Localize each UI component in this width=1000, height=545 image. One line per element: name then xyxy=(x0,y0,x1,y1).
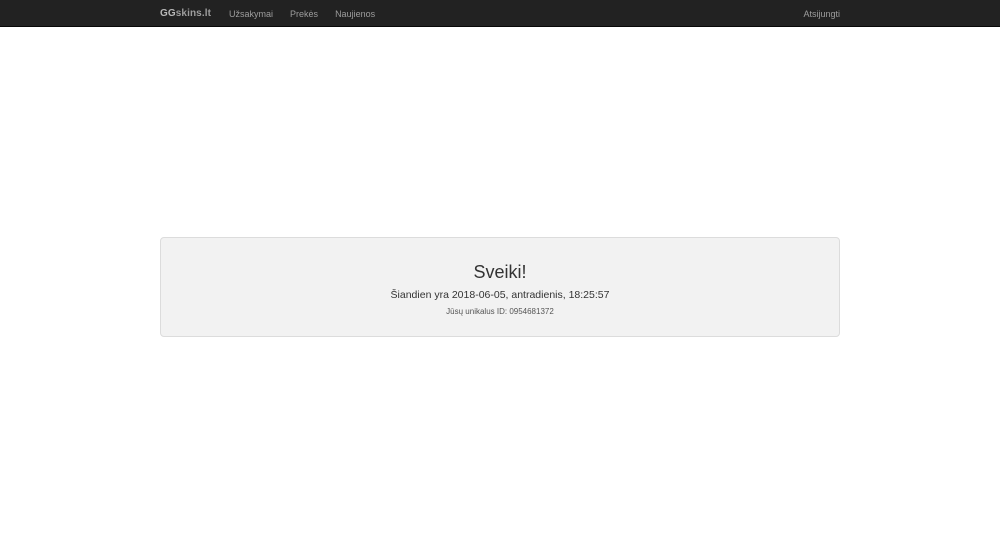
nav-link-orders[interactable]: Užsakymai xyxy=(229,9,273,19)
welcome-panel: Sveiki! Šiandien yra 2018-06-05, antradi… xyxy=(160,237,840,337)
nav-link-products[interactable]: Prekės xyxy=(290,9,318,19)
brand-logo-link[interactable]: GGskins.lt xyxy=(160,8,211,19)
greeting-heading: Sveiki! xyxy=(473,262,527,282)
nav-link-news[interactable]: Naujienos xyxy=(335,9,375,19)
unique-id-text: Jūsų unikalus ID: 0954681372 xyxy=(446,307,554,316)
navbar-container: GGskins.lt Užsakymai Prekės Naujienos At… xyxy=(160,0,840,27)
brand-suffix: skins.lt xyxy=(175,8,212,19)
logout-link[interactable]: Atsijungti xyxy=(803,9,840,19)
current-date-text: Šiandien yra 2018-06-05, antradienis, 18… xyxy=(390,289,610,301)
brand-prefix: GG xyxy=(160,8,176,19)
top-navbar: GGskins.lt Užsakymai Prekės Naujienos At… xyxy=(0,0,1000,27)
